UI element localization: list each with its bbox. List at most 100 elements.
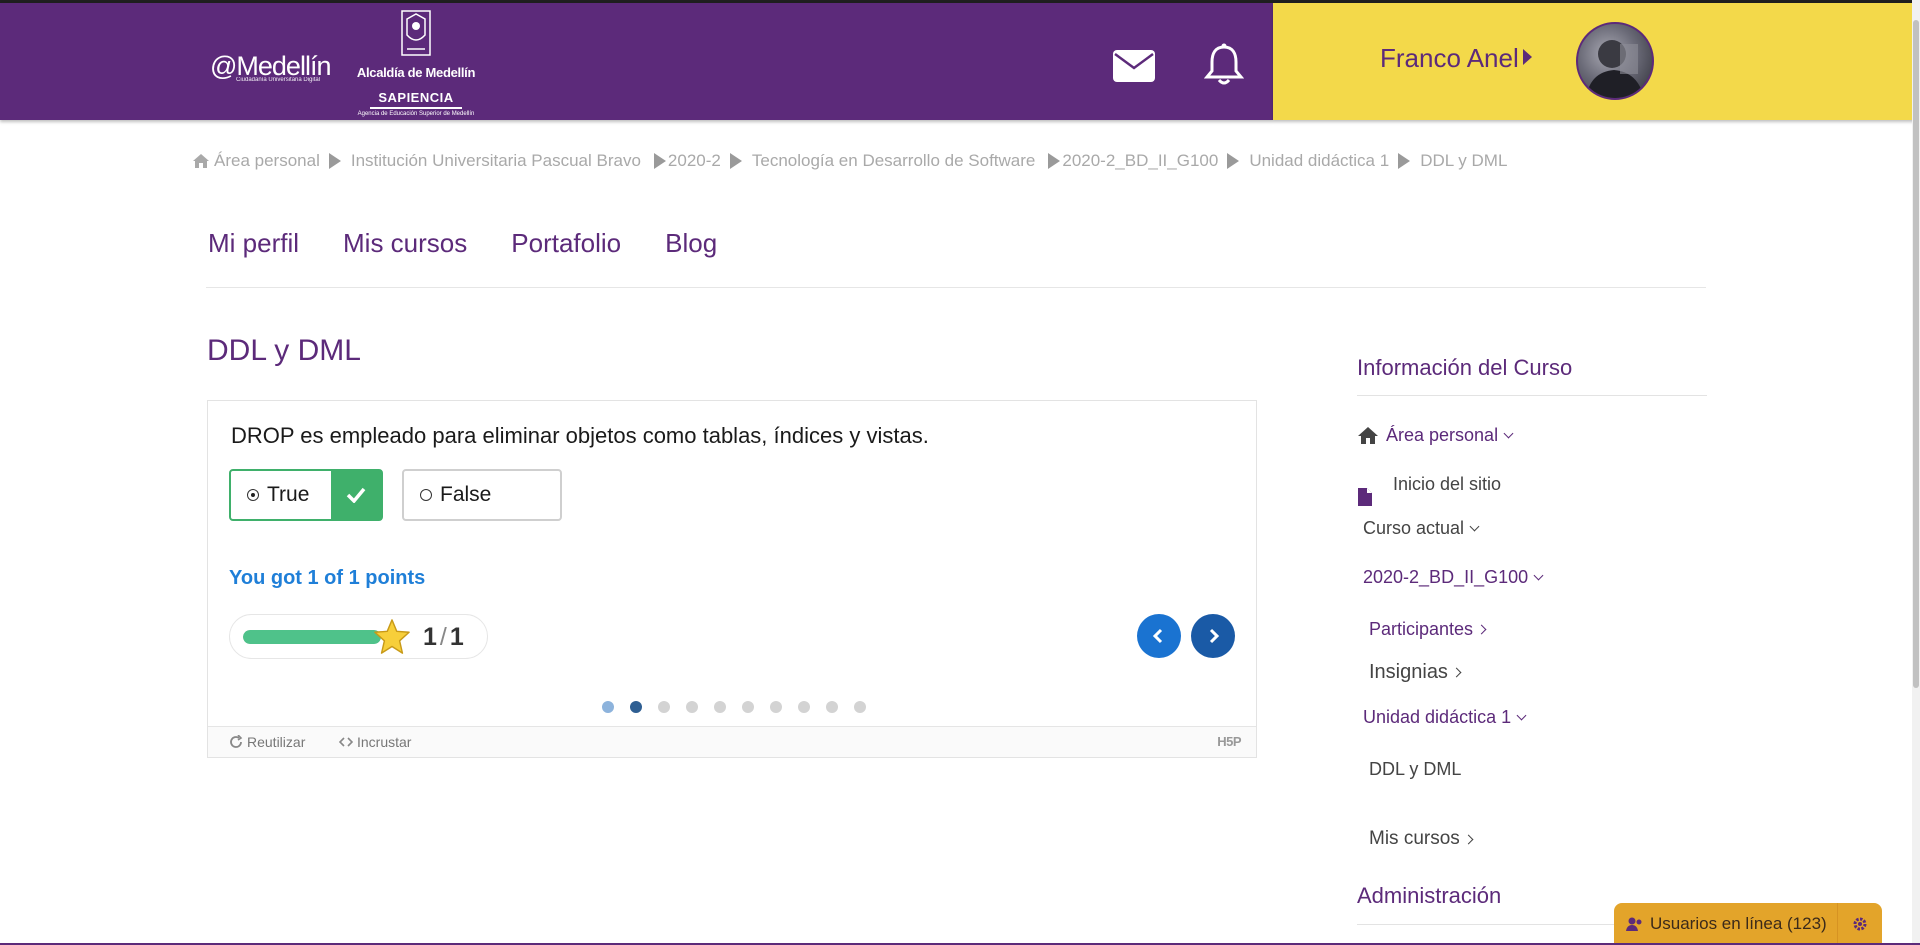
answer-option-false[interactable]: False — [402, 469, 562, 521]
sidebar-item-mis-cursos[interactable]: Mis cursos — [1369, 828, 1474, 850]
profile-nav: Mi perfil Mis cursos Portafolio Blog — [208, 228, 717, 259]
page-dot[interactable] — [742, 701, 754, 713]
chevron-down-icon — [1469, 521, 1480, 532]
page-dot[interactable] — [658, 701, 670, 713]
page-dot[interactable] — [714, 701, 726, 713]
sidebar-item-ddl-dml[interactable]: DDL y DML — [1369, 759, 1461, 780]
score-slash: / — [439, 623, 447, 651]
answer-option-true[interactable]: True — [229, 469, 383, 521]
nav-mi-perfil[interactable]: Mi perfil — [208, 228, 299, 259]
chevron-left-icon — [1152, 628, 1163, 644]
bell-icon[interactable] — [1204, 43, 1244, 87]
breadcrumb-separator-icon — [1048, 153, 1061, 169]
breadcrumb-separator-icon — [729, 153, 742, 169]
file-icon — [1358, 488, 1372, 506]
sidebar-item-label: DDL y DML — [1369, 759, 1462, 779]
sidebar-item-participantes[interactable]: Participantes — [1369, 619, 1487, 640]
avatar[interactable] — [1576, 22, 1654, 100]
answer-option-label: False — [440, 483, 492, 506]
sidebar-item-label: Unidad didáctica 1 — [1363, 707, 1512, 727]
radio-selected-icon — [247, 489, 259, 501]
reuse-label: Reutilizar — [247, 734, 306, 750]
breadcrumb-separator-icon — [1227, 153, 1240, 169]
star-icon — [374, 619, 410, 654]
mail-icon[interactable] — [1113, 50, 1155, 82]
question-text: DROP es empleado para eliminar objetos c… — [231, 423, 929, 448]
sidebar-divider — [1357, 395, 1707, 396]
course-info-title: Información del Curso — [1357, 355, 1573, 380]
online-settings-button[interactable] — [1836, 903, 1882, 945]
reuse-button[interactable]: Reutilizar — [229, 734, 305, 750]
alcaldia-sapiencia-logo[interactable]: Alcaldía de Medellín SAPIENCIA Agencia d… — [356, 6, 476, 118]
breadcrumb-item-period[interactable]: 2020-2 — [668, 151, 721, 171]
breadcrumb-item-institucion[interactable]: Institución Universitaria Pascual Bravo — [351, 151, 641, 171]
correct-check-icon — [331, 471, 381, 519]
nav-blog[interactable]: Blog — [665, 228, 717, 259]
page-dot[interactable] — [602, 701, 614, 713]
caret-right-icon — [1522, 49, 1532, 65]
sidebar-item-insignias[interactable]: Insignias — [1369, 661, 1462, 684]
home-icon — [193, 154, 209, 168]
chevron-right-icon — [1209, 628, 1220, 644]
score-progress-fill — [243, 630, 381, 644]
sidebar-item-label: Mis cursos — [1369, 828, 1460, 849]
score-bar: 1/1 — [229, 614, 488, 659]
nav-divider — [206, 287, 1706, 288]
embed-button[interactable]: Incrustar — [339, 734, 411, 750]
breadcrumb-item-current[interactable]: DDL y DML — [1420, 151, 1507, 171]
crest-icon — [401, 10, 431, 56]
breadcrumb-item-unit[interactable]: Unidad didáctica 1 — [1249, 151, 1389, 171]
chevron-right-icon — [1463, 834, 1474, 844]
score-max: 1 — [449, 623, 464, 651]
chevron-right-icon — [1451, 667, 1462, 678]
sidebar-item-curso-actual[interactable]: Curso actual — [1363, 518, 1480, 539]
scrollbar-thumb[interactable] — [1913, 20, 1919, 688]
sidebar-item-course[interactable]: 2020-2_BD_II_G100 — [1363, 567, 1544, 588]
page-dot[interactable] — [826, 701, 838, 713]
users-icon — [1626, 917, 1642, 931]
sidebar-item-inicio[interactable]: Inicio del sitio — [1357, 473, 1501, 507]
h5p-logo[interactable]: H5P — [1217, 734, 1241, 749]
sidebar-item-unidad[interactable]: Unidad didáctica 1 — [1363, 707, 1527, 728]
next-button[interactable] — [1191, 614, 1235, 658]
page-dot[interactable] — [854, 701, 866, 713]
breadcrumb-item-area-personal[interactable]: Área personal — [214, 151, 320, 171]
online-users-button[interactable]: Usuarios en línea (123) — [1614, 914, 1837, 934]
breadcrumb-item-course[interactable]: 2020-2_BD_II_G100 — [1062, 151, 1218, 171]
page-title: DDL y DML — [207, 334, 361, 367]
sidebar-item-area-personal[interactable]: Área personal — [1357, 425, 1514, 446]
score-feedback: You got 1 of 1 points — [229, 567, 426, 589]
medellin-logo[interactable]: @Medellín Ciudadanía Universitaria Digit… — [210, 51, 331, 84]
embed-label: Incrustar — [357, 734, 412, 750]
previous-button[interactable] — [1137, 614, 1181, 658]
online-users-label: Usuarios en línea (123) — [1650, 914, 1827, 933]
score-progress-track — [243, 630, 381, 644]
breadcrumb-item-program[interactable]: Tecnología en Desarrollo de Software — [752, 151, 1036, 171]
page-dot[interactable] — [630, 701, 642, 713]
sidebar-item-label: Curso actual — [1363, 518, 1465, 538]
page-dots — [602, 701, 866, 713]
chevron-right-icon — [1476, 624, 1487, 635]
avatar-photo — [1586, 40, 1644, 98]
nav-portafolio[interactable]: Portafolio — [511, 228, 621, 259]
online-users-widget[interactable]: Usuarios en línea (123) — [1614, 903, 1882, 945]
refresh-icon — [230, 735, 243, 748]
radio-unselected-icon — [420, 489, 432, 501]
page-dot[interactable] — [770, 701, 782, 713]
page-dot[interactable] — [686, 701, 698, 713]
sidebar-item-label: Inicio del sitio — [1393, 473, 1502, 494]
score-value: 1/1 — [423, 623, 464, 652]
home-icon — [1358, 427, 1378, 444]
page-dot[interactable] — [798, 701, 810, 713]
gear-icon — [1853, 917, 1867, 931]
sidebar-item-label: Participantes — [1369, 619, 1474, 639]
nav-mis-cursos[interactable]: Mis cursos — [343, 228, 467, 259]
user-menu-toggle[interactable]: Franco Anel — [1380, 43, 1532, 74]
sapiencia-text: SAPIENCIA — [378, 90, 454, 105]
h5p-footer: Reutilizar Incrustar H5P — [208, 726, 1256, 757]
medellin-logo-text: @Medellín — [210, 51, 331, 81]
breadcrumb-separator-icon — [653, 153, 666, 169]
sidebar-item-label: 2020-2_BD_II_G100 — [1363, 567, 1529, 587]
chevron-down-icon — [1533, 570, 1544, 581]
score-achieved: 1 — [423, 623, 437, 651]
